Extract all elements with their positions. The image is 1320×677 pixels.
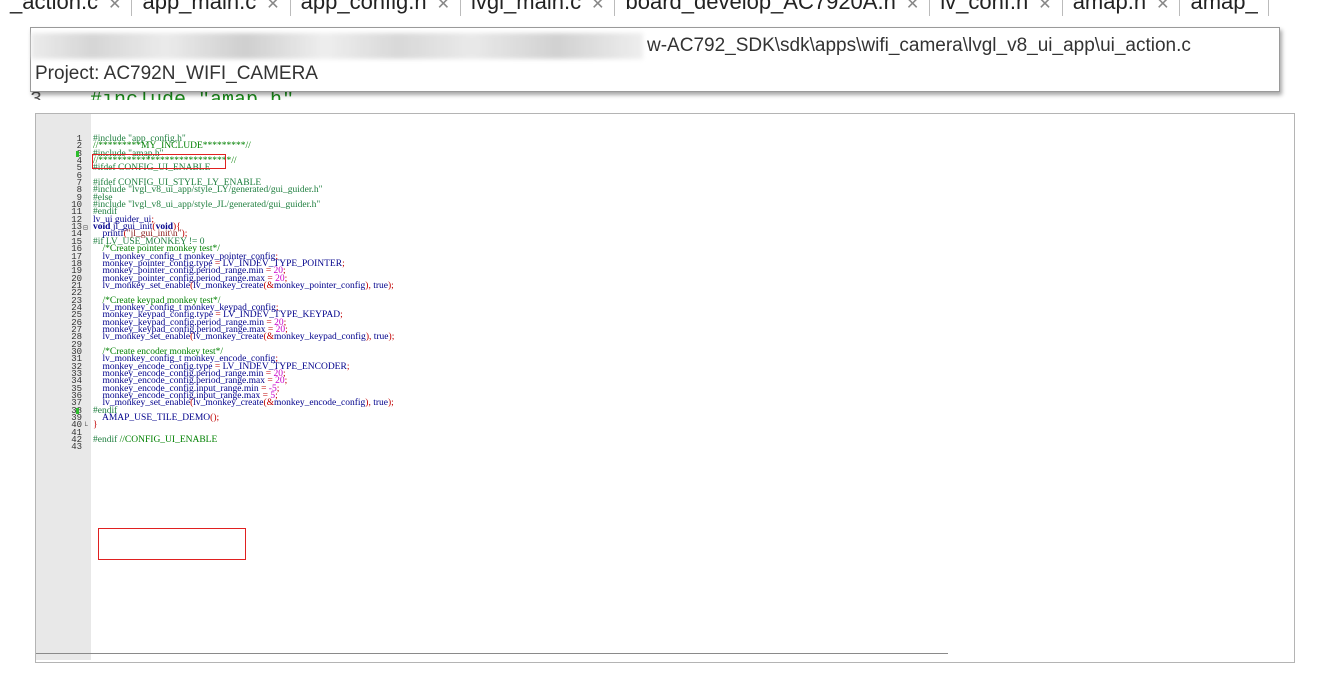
- close-icon[interactable]: ✕: [591, 0, 604, 13]
- tab-5[interactable]: lv_conf.h ✕: [930, 0, 1063, 16]
- code-line[interactable]: #endif //CONFIG_UI_ENABLE: [93, 435, 394, 445]
- fold-toggle-icon[interactable]: ⊟: [83, 223, 88, 233]
- change-marker: [76, 407, 79, 414]
- close-icon[interactable]: ✕: [906, 0, 919, 13]
- close-icon[interactable]: ✕: [1156, 0, 1169, 13]
- project-name: Project: AC792N_WIFI_CAMERA: [35, 63, 318, 84]
- tab-0[interactable]: _action.c ✕: [0, 0, 133, 16]
- code-line[interactable]: }: [93, 421, 394, 431]
- tab-label: amap_: [1190, 0, 1258, 14]
- file-path-text: w-AC792_SDK\sdk\apps\wifi_camera\lvgl_v8…: [647, 35, 1191, 56]
- redacted-path-prefix: [31, 33, 643, 59]
- line-number: 2: [76, 141, 82, 152]
- tab-label: app_main.c: [142, 0, 257, 14]
- line-number-gutter: 1 2 3 4 5 6 7 8 9 10 11 12 13 14 15 16 17 18 19 20 21 22 23 24 2…: [36, 114, 91, 660]
- highlight-box-include-amap: [92, 154, 226, 169]
- close-icon[interactable]: ✕: [1038, 0, 1051, 13]
- tab-4[interactable]: board_develop_AC7920A.h ✕: [615, 0, 931, 16]
- line-number: 5: [76, 163, 82, 174]
- file-path-row: w-AC792_SDK\sdk\apps\wifi_camera\lvgl_v8…: [31, 33, 1271, 59]
- close-icon[interactable]: ✕: [437, 0, 450, 13]
- tab-3[interactable]: lvgl_main.c ✕: [461, 0, 616, 16]
- tab-label: _action.c: [10, 0, 99, 14]
- tab-label: board_develop_AC7920A.h: [625, 0, 896, 14]
- tab-2[interactable]: app_config.h ✕: [291, 0, 462, 16]
- highlight-box-amap-demo-call: [98, 528, 246, 560]
- tab-7[interactable]: amap_: [1180, 0, 1269, 16]
- tab-label: amap.h: [1072, 0, 1147, 14]
- code-line[interactable]: lv_monkey_set_enable(lv_monkey_create(&m…: [93, 332, 395, 342]
- fold-toggle-icon[interactable]: └: [83, 422, 88, 431]
- tab-label: lvgl_main.c: [471, 0, 582, 14]
- line-number: 43: [71, 442, 82, 453]
- tab-6[interactable]: amap.h ✕: [1063, 0, 1181, 16]
- tab-label: app_config.h: [300, 0, 427, 14]
- code-line[interactable]: AMAP_USE_TILE_DEMO();: [93, 413, 394, 423]
- code-line[interactable]: #include "lvgl_v8_ui_app/style_JL/genera…: [93, 200, 394, 210]
- file-path-tooltip: w-AC792_SDK\sdk\apps\wifi_camera\lvgl_v8…: [30, 27, 1280, 92]
- change-marker: [76, 150, 79, 157]
- tab-1[interactable]: app_main.c ✕: [132, 0, 291, 16]
- line-number: 6: [76, 170, 82, 181]
- code-line[interactable]: lv_monkey_set_enable(lv_monkey_create(&m…: [93, 398, 394, 408]
- line-number: 7: [76, 178, 82, 189]
- horizontal-scrollbar[interactable]: [36, 653, 948, 654]
- tab-label: lv_conf.h: [940, 0, 1029, 14]
- code-line[interactable]: #include "lvgl_v8_ui_app/style_LY/genera…: [93, 186, 394, 196]
- line-number: 8: [76, 185, 82, 196]
- code-line[interactable]: [93, 444, 394, 451]
- close-icon[interactable]: ✕: [266, 0, 279, 13]
- line-numbers: 1 2 3 4 5 6 7 8 9 10 11 12 13 14 15 16 17 18 19 20 21 22 23 24 2…: [36, 134, 82, 453]
- code-line[interactable]: lv_monkey_set_enable(lv_monkey_create(&m…: [93, 281, 394, 291]
- code-editor[interactable]: 1 2 3 4 5 6 7 8 9 10 11 12 13 14 15 16 17 18 19 20 21 22 23 24 2…: [35, 113, 1295, 663]
- close-icon[interactable]: ✕: [108, 0, 121, 13]
- code-text[interactable]: #include "app_config.h"//*********MY_INC…: [93, 134, 395, 452]
- line-number: 4: [76, 156, 82, 167]
- editor-tab-strip: _action.c ✕ app_main.c ✕ app_config.h ✕ lvgl_m…: [0, 0, 1320, 16]
- line-number: 1: [76, 134, 82, 144]
